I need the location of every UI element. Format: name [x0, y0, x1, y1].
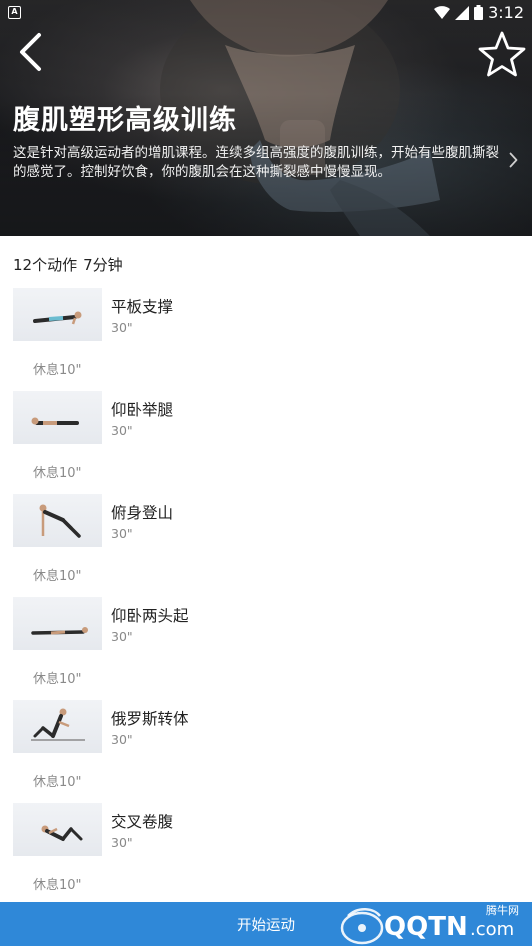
exercise-item[interactable]: 仰卧两头起 30" 休息10" — [0, 596, 532, 699]
battery-icon — [474, 5, 484, 20]
signal-icon — [455, 5, 470, 20]
exercise-count: 12个动作 — [13, 256, 78, 274]
exercise-thumbnail — [13, 700, 102, 753]
exercise-list: 平板支撑 30" 休息10" 仰卧举腿 30" 休息10" 俯身登山 30" 休… — [0, 287, 532, 905]
chevron-right-icon — [509, 152, 517, 168]
page-title: 腹肌塑形高级训练 — [13, 105, 237, 136]
exercise-duration: 30" — [111, 732, 133, 747]
rest-interval: 休息10" — [33, 569, 82, 584]
exercise-duration: 30" — [111, 320, 133, 335]
exercise-duration: 30" — [111, 526, 133, 541]
description-expand-button[interactable] — [506, 148, 520, 172]
back-button[interactable] — [12, 30, 48, 74]
notification-icon: A — [8, 6, 21, 19]
russian-twist-illustration-icon — [31, 708, 85, 741]
exercise-duration: 30" — [111, 423, 133, 438]
exercise-duration: 30" — [111, 835, 133, 850]
mountain-climber-illustration-icon — [39, 504, 81, 538]
watermark-site: 腾牛网 — [486, 903, 519, 917]
exercise-name: 交叉卷腹 — [111, 813, 174, 831]
exercise-thumbnail — [13, 288, 102, 341]
wifi-icon — [434, 5, 451, 19]
rest-interval: 休息10" — [33, 878, 82, 893]
workout-duration: 7分钟 — [83, 256, 123, 274]
exercise-thumbnail — [13, 391, 102, 444]
rest-interval: 休息10" — [33, 363, 82, 378]
exercise-item[interactable]: 仰卧举腿 30" 休息10" — [0, 390, 532, 493]
exercise-name: 仰卧举腿 — [111, 401, 174, 419]
status-time: 3:12 — [488, 3, 524, 22]
plank-illustration-icon — [33, 311, 82, 325]
exercise-item[interactable]: 平板支撑 30" 休息10" — [0, 287, 532, 390]
site-watermark-logo: QQTN .com 腾牛网 — [340, 903, 519, 945]
hero-banner: A 3:12 腹肌塑形高级训练 这是针对高级运动者的增肌课程。连续多组高强度的腹… — [0, 0, 532, 236]
bottom-bar: 开始运动 QQTN .com 腾牛网 — [0, 902, 532, 946]
exercise-name: 平板支撑 — [111, 298, 174, 316]
exercise-thumbnail — [13, 803, 102, 856]
course-description: 这是针对高级运动者的增肌课程。连续多组高强度的腹肌训练，开始有些腹肌撕裂的感觉了… — [13, 145, 499, 180]
start-workout-label: 开始运动 — [237, 917, 295, 934]
exercise-item[interactable]: 交叉卷腹 30" 休息10" — [0, 802, 532, 905]
watermark-domain: .com — [470, 919, 514, 940]
exercise-name: 俯身登山 — [111, 504, 174, 522]
favorite-button[interactable] — [476, 28, 528, 80]
exercise-duration: 30" — [111, 629, 133, 644]
star-icon — [478, 31, 526, 77]
watermark-brand: QQTN — [384, 912, 468, 942]
exercise-name: 俄罗斯转体 — [111, 710, 189, 728]
exercise-thumbnail — [13, 597, 102, 650]
back-arrow-icon — [20, 33, 41, 71]
exercise-name: 仰卧两头起 — [111, 607, 189, 625]
rest-interval: 休息10" — [33, 466, 82, 481]
exercise-thumbnail — [13, 494, 102, 547]
rest-interval: 休息10" — [33, 672, 82, 687]
v-up-illustration-icon — [31, 627, 88, 635]
leg-raise-illustration-icon — [31, 417, 79, 425]
exercise-item[interactable]: 俯身登山 30" 休息10" — [0, 493, 532, 596]
status-bar: A 3:12 — [0, 0, 532, 26]
workout-summary: 12个动作 7分钟 — [13, 254, 123, 275]
rest-interval: 休息10" — [33, 775, 82, 790]
cross-crunch-illustration-icon — [41, 825, 83, 841]
exercise-item[interactable]: 俄罗斯转体 30" 休息10" — [0, 699, 532, 802]
